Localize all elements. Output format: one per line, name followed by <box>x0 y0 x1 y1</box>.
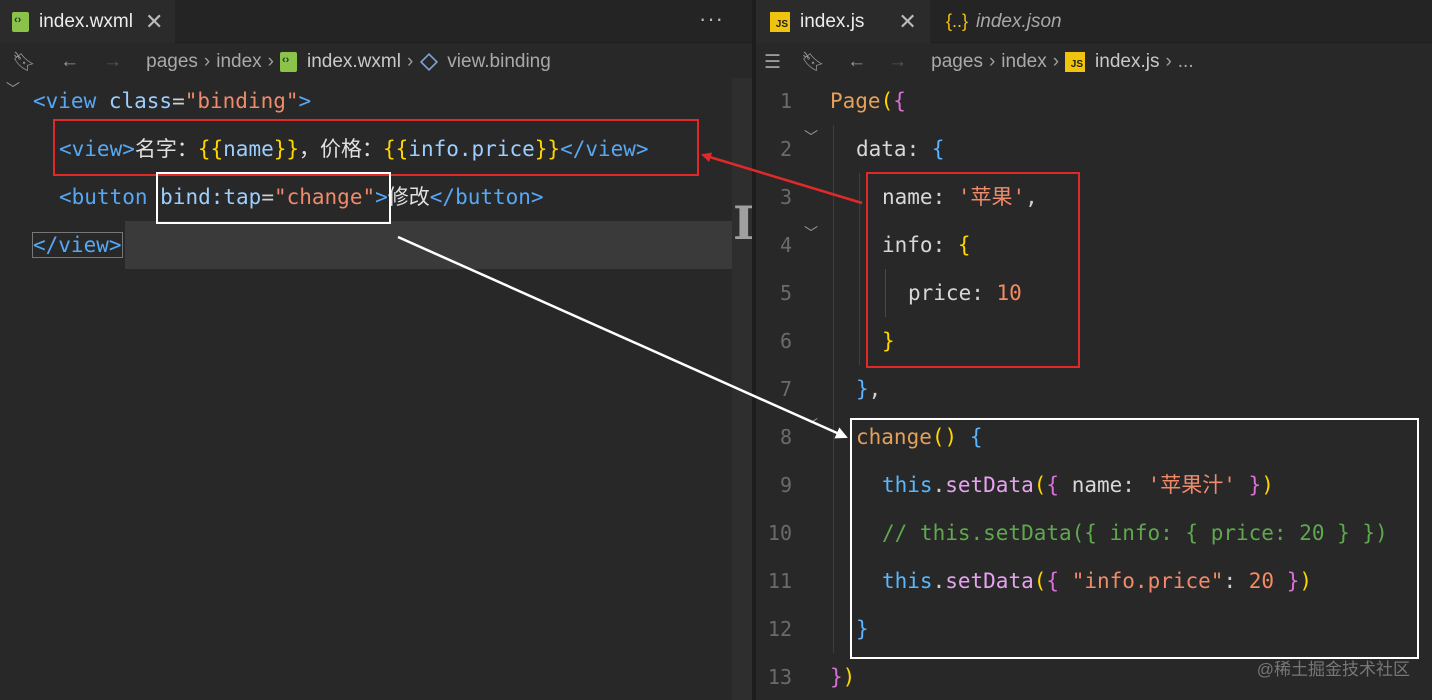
code-line[interactable]: // this.setData({ info: { price: 20 } }) <box>882 509 1432 557</box>
code-line[interactable]: info: { <box>882 221 1432 269</box>
code-line[interactable]: </view> <box>32 221 752 269</box>
tab-index-wxml[interactable]: index.wxml ✕ <box>0 0 175 43</box>
wxml-editor-pane: index.wxml ✕ ··· 🔖︎ ← → pages › index › … <box>0 0 752 700</box>
breadcrumb-item[interactable]: index <box>216 51 261 73</box>
fold-chevron-icon[interactable]: ﹀ <box>6 79 20 99</box>
forward-arrow-icon[interactable]: → <box>888 51 907 73</box>
chevron-right-icon: › <box>406 51 414 72</box>
back-arrow-icon[interactable]: ← <box>60 51 79 73</box>
list-icon[interactable]: ☰ <box>764 51 781 74</box>
fold-chevron-icon[interactable]: ﹀ <box>804 127 818 147</box>
code-line[interactable]: }, <box>856 365 1432 413</box>
code-line[interactable]: this.setData({ name: '苹果汁' }) <box>882 461 1432 509</box>
fold-chevron-icon[interactable]: ﹀ <box>804 415 818 435</box>
js-editor-pane: JS index.js ✕ {..} index.json ☰ 🔖︎ ← → p… <box>756 0 1432 700</box>
close-icon[interactable]: ✕ <box>145 9 163 35</box>
code-line[interactable]: name: '苹果', <box>882 173 1432 221</box>
code-line[interactable]: Page({ <box>830 77 1432 125</box>
breadcrumb-item[interactable]: index.wxml <box>307 51 401 73</box>
fold-chevron-icon[interactable]: ﹀ <box>804 223 818 243</box>
breadcrumb-item[interactable]: pages <box>146 51 198 73</box>
wxml-file-icon <box>12 11 29 32</box>
code-line[interactable]: <view class="binding"> <box>33 77 752 125</box>
tab-index-json[interactable]: {..} index.json <box>932 0 1112 43</box>
more-icon[interactable]: ··· <box>699 6 724 32</box>
element-cube-icon <box>420 52 439 72</box>
chevron-right-icon: › <box>267 51 274 72</box>
wxml-file-icon <box>279 52 297 72</box>
code-line[interactable]: <view>名字：{{name}}，价格：{{info.price}}</vie… <box>59 125 752 173</box>
bookmark-icon[interactable]: 🔖︎ <box>801 50 825 74</box>
breadcrumb-item[interactable]: ... <box>1178 51 1194 73</box>
indent-guide <box>885 269 886 317</box>
indent-guide <box>833 125 834 653</box>
breadcrumb: 🔖︎ ← → pages › index › index.wxml › view… <box>0 43 752 81</box>
code-line[interactable]: data: { <box>856 125 1432 173</box>
forward-arrow-icon[interactable]: → <box>103 51 122 73</box>
breadcrumb: ☰ 🔖︎ ← → pages › index › JS index.js › .… <box>756 43 1432 81</box>
chevron-right-icon: › <box>1165 51 1172 72</box>
code-line[interactable]: } <box>856 605 1432 653</box>
bookmark-icon[interactable]: 🔖︎ <box>12 50 36 74</box>
left-tab-bar: index.wxml ✕ ··· <box>0 0 752 43</box>
tab-index-js[interactable]: JS index.js ✕ <box>756 0 930 43</box>
breadcrumb-item[interactable]: view.binding <box>447 51 551 73</box>
code-line[interactable]: this.setData({ "info.price": 20 }) <box>882 557 1432 605</box>
code-line[interactable]: change() { <box>856 413 1432 461</box>
code-line[interactable]: <button bind:tap="change">修改</button> <box>59 173 752 221</box>
chevron-right-icon: › <box>1052 51 1060 72</box>
breadcrumb-item[interactable]: pages <box>931 51 983 73</box>
code-line[interactable]: price: 10 <box>908 269 1432 317</box>
js-file-icon: JS <box>1065 52 1086 72</box>
json-braces-icon: {..} <box>946 11 969 31</box>
chevron-right-icon: › <box>988 51 996 72</box>
chevron-right-icon: › <box>203 51 211 72</box>
js-file-icon: JS <box>770 11 790 32</box>
breadcrumb-item[interactable]: index <box>1001 51 1046 73</box>
close-icon[interactable]: ✕ <box>898 9 916 35</box>
right-tab-bar: JS index.js ✕ {..} index.json <box>756 0 1432 43</box>
breadcrumb-item[interactable]: index.js <box>1095 51 1159 73</box>
code-line[interactable]: } <box>882 317 1432 365</box>
back-arrow-icon[interactable]: ← <box>847 51 866 73</box>
watermark: @稀土掘金技术社区 <box>1256 660 1410 679</box>
indent-guide <box>859 173 860 365</box>
